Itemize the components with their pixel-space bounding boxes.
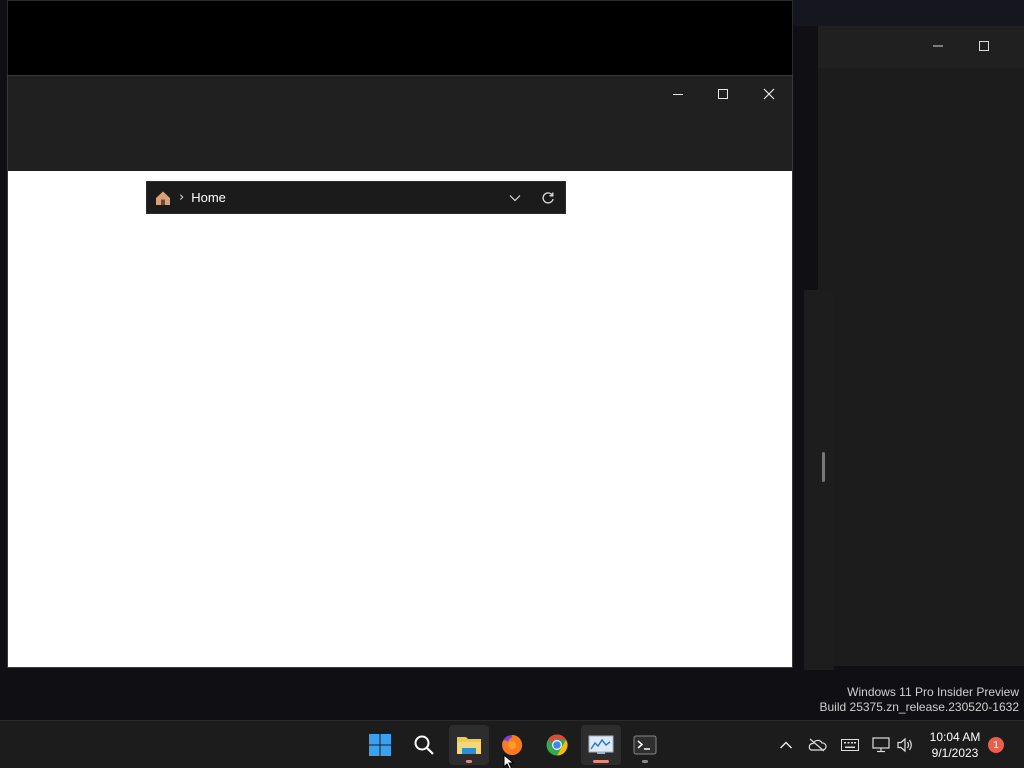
- breadcrumb-home[interactable]: Home: [191, 190, 226, 205]
- file-explorer-taskbar-button[interactable]: [449, 725, 489, 765]
- minimize-icon: [673, 94, 683, 95]
- watermark-edition: Windows 11 Pro Insider Preview: [847, 685, 1019, 699]
- folder-icon: [457, 737, 481, 754]
- taskbar-running-indicator: [642, 760, 648, 763]
- system-clock[interactable]: 10:04 AM 9/1/2023: [922, 729, 988, 761]
- chevron-right-icon: ›: [179, 190, 185, 205]
- refresh-icon: [542, 192, 554, 204]
- address-bar[interactable]: › Home: [146, 181, 566, 214]
- watermark-build: Build 25375.zn_release.230520-1632: [819, 700, 1020, 714]
- background-window[interactable]: [818, 26, 1024, 666]
- window-titlebar[interactable]: [8, 76, 792, 171]
- network-icon[interactable]: [871, 735, 891, 755]
- volume-icon[interactable]: [895, 735, 915, 755]
- windows-logo-icon: [369, 734, 391, 756]
- search-icon: [414, 735, 434, 755]
- monitor-chart-icon: [588, 735, 614, 754]
- background-panel: [804, 290, 834, 670]
- chrome-icon: [546, 734, 568, 756]
- file-explorer-window[interactable]: › Home: [7, 75, 793, 668]
- minimize-button[interactable]: [655, 80, 701, 108]
- terminal-icon: [633, 735, 657, 755]
- maximize-icon: [718, 89, 728, 99]
- os-watermark: Windows 11 Pro Insider Preview Build 253…: [820, 685, 1020, 715]
- blank-black-window[interactable]: [7, 0, 793, 76]
- close-button[interactable]: [746, 80, 792, 108]
- clock-date: 9/1/2023: [931, 746, 979, 760]
- performance-monitor-taskbar-button[interactable]: [581, 725, 621, 765]
- keyboard-icon[interactable]: [840, 735, 860, 755]
- chrome-taskbar-button[interactable]: [537, 725, 577, 765]
- background-scrollbar[interactable]: [822, 452, 825, 482]
- clock-time: 10:04 AM: [929, 730, 981, 744]
- search-button[interactable]: [404, 725, 444, 765]
- maximize-icon[interactable]: [972, 36, 996, 56]
- address-dropdown-button[interactable]: [505, 188, 525, 208]
- taskbar-focused-indicator: [593, 760, 609, 763]
- taskbar-active-indicator: [466, 760, 472, 763]
- start-button[interactable]: [360, 725, 400, 765]
- onedrive-icon[interactable]: [807, 735, 827, 755]
- terminal-taskbar-button[interactable]: [625, 725, 665, 765]
- close-icon: [763, 88, 775, 100]
- notification-badge[interactable]: 1: [988, 737, 1004, 753]
- minimize-icon[interactable]: [926, 36, 950, 56]
- home-icon[interactable]: [153, 188, 173, 208]
- background-strip: [790, 0, 1024, 26]
- background-window-titlebar[interactable]: [818, 26, 1024, 68]
- maximize-button[interactable]: [700, 80, 746, 108]
- refresh-button[interactable]: [537, 188, 559, 208]
- chevron-up-icon[interactable]: [776, 735, 796, 755]
- chevron-down-icon: [509, 195, 521, 202]
